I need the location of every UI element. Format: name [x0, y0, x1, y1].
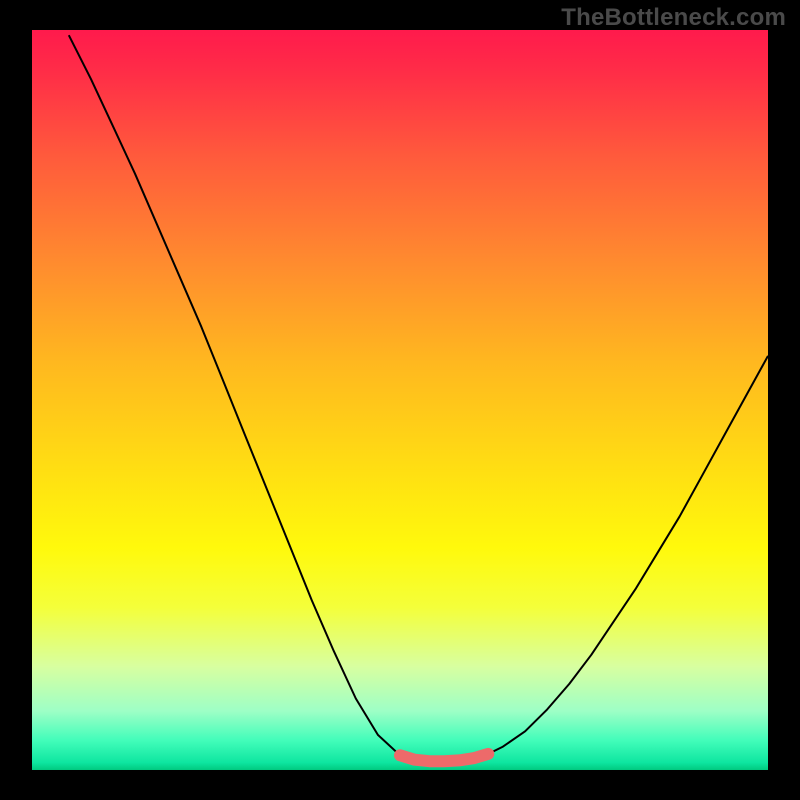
bottleneck-curve [69, 35, 768, 761]
chart-frame: TheBottleneck.com [0, 0, 800, 800]
bottleneck-highlight [400, 754, 488, 761]
curve-layer [32, 30, 768, 770]
plot-area [32, 30, 768, 770]
watermark-text: TheBottleneck.com [561, 4, 786, 32]
